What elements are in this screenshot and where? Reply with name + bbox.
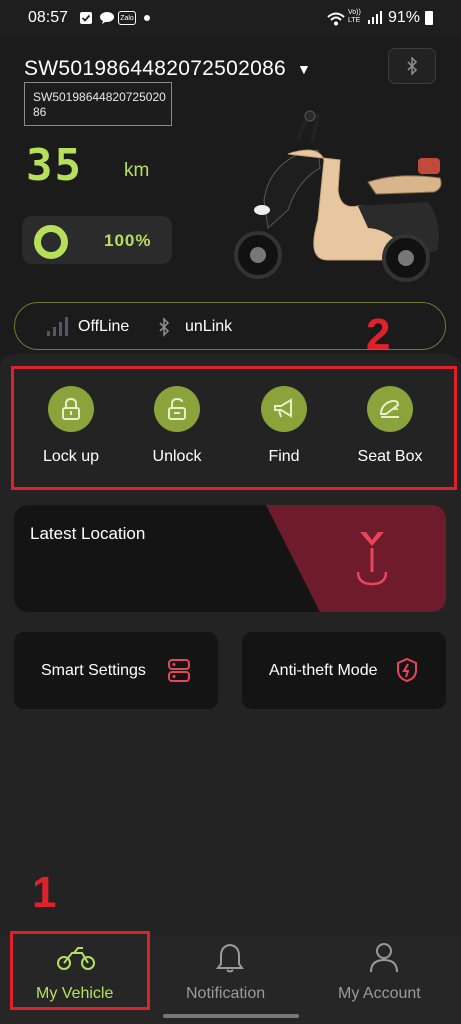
network-signal-icon [46, 317, 68, 342]
home-indicator[interactable] [163, 1014, 299, 1018]
nav-notification[interactable]: Notification [186, 985, 265, 1003]
battery-level-text: 100% [104, 231, 152, 250]
shield-lightning-icon [396, 657, 418, 688]
bell-icon[interactable] [216, 942, 244, 979]
range-unit: km [124, 160, 150, 181]
smart-settings-label: Smart Settings [41, 662, 146, 679]
brand-pin-icon [352, 528, 398, 595]
battery-percent: 91% [388, 9, 421, 26]
server-icon [168, 658, 190, 689]
signal-icon [367, 11, 383, 25]
vehicle-id-tooltip: SW5019864482072502086 [24, 82, 172, 126]
nav-my-account[interactable]: My Account [338, 985, 421, 1003]
latest-location-title: Latest Location [30, 524, 146, 543]
range-value: 35 [26, 140, 83, 191]
battery-icon [425, 11, 433, 25]
bluetooth-status: unLink [185, 318, 233, 335]
annotation-box-actions [11, 366, 457, 490]
status-time: 08:57 [28, 9, 69, 26]
zalo-icon: Zalo [118, 11, 136, 25]
wifi-icon [326, 11, 346, 26]
vehicle-selector[interactable]: SW5019864482072502086 [24, 57, 286, 81]
scooter-image [228, 110, 458, 288]
person-icon[interactable] [369, 942, 399, 979]
volte-lte-icon: Vo)) LTE [348, 9, 361, 24]
network-status: OffLine [78, 318, 130, 335]
annotation-marker-2: 2 [366, 310, 391, 359]
anti-theft-label: Anti-theft Mode [269, 662, 378, 679]
annotation-marker-1: 1 [32, 868, 57, 917]
chat-bubble-icon [99, 11, 114, 25]
calendar-check-icon [79, 11, 93, 25]
caret-down-icon[interactable]: ▼ [297, 61, 311, 77]
dot-icon [144, 15, 150, 21]
bluetooth-button[interactable] [388, 48, 436, 84]
bluetooth-icon [157, 317, 171, 342]
bluetooth-icon [407, 57, 418, 75]
annotation-box-my-vehicle [10, 931, 150, 1010]
battery-ring-icon [34, 225, 68, 259]
